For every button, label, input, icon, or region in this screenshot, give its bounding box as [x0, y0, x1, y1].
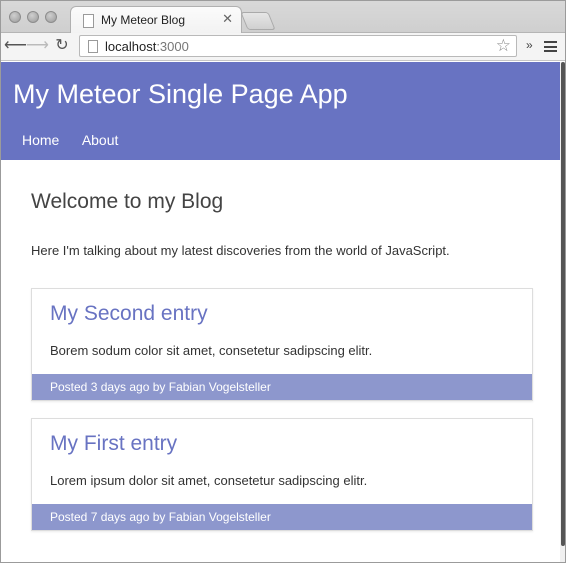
reload-icon[interactable]: ↻: [52, 36, 72, 56]
site-title: My Meteor Single Page App: [13, 79, 348, 109]
menu-icon[interactable]: [544, 41, 557, 52]
site-nav: Home About: [22, 132, 136, 150]
post-title[interactable]: My First entry: [50, 432, 177, 456]
forward-icon[interactable]: ⟶: [26, 36, 49, 56]
new-tab-button[interactable]: [240, 12, 276, 30]
address-bar[interactable]: localhost:3000 ☆: [79, 35, 517, 57]
back-icon[interactable]: ⟵: [4, 36, 27, 56]
tab-title: My Meteor Blog: [101, 13, 186, 27]
post-body: Lorem ipsum dolor sit amet, consetetur s…: [50, 473, 368, 488]
nav-about[interactable]: About: [82, 132, 119, 148]
post-card: My Second entry Borem sodum color sit am…: [31, 288, 533, 401]
url-port: :3000: [156, 39, 189, 54]
site-header: My Meteor Single Page App Home About: [0, 62, 560, 160]
post-body: Borem sodum color sit amet, consetetur s…: [50, 343, 373, 358]
intro-text: Here I'm talking about my latest discove…: [31, 243, 450, 258]
tab-strip: My Meteor Blog ✕: [0, 0, 566, 34]
page-icon: [88, 40, 98, 53]
page-heading: Welcome to my Blog: [31, 190, 224, 213]
close-window-icon[interactable]: [9, 11, 21, 23]
scrollbar-thumb[interactable]: [561, 62, 565, 546]
post-meta: Posted 7 days ago by Fabian Vogelsteller: [50, 510, 271, 524]
url-host: localhost: [105, 39, 157, 54]
star-icon[interactable]: ☆: [496, 36, 511, 56]
post-footer: Posted 7 days ago by Fabian Vogelsteller: [32, 504, 532, 530]
nav-home[interactable]: Home: [22, 132, 59, 148]
post-title[interactable]: My Second entry: [50, 302, 208, 326]
page-favicon-icon: [83, 14, 94, 28]
minimize-window-icon[interactable]: [27, 11, 39, 23]
browser-toolbar: ⟵ ⟶ ↻ localhost:3000 ☆ »: [0, 33, 566, 61]
extensions-overflow-icon[interactable]: »: [526, 38, 533, 52]
post-meta: Posted 3 days ago by Fabian Vogelsteller: [50, 380, 271, 394]
zoom-window-icon[interactable]: [45, 11, 57, 23]
browser-tab[interactable]: My Meteor Blog ✕: [70, 6, 242, 34]
post-footer: Posted 3 days ago by Fabian Vogelsteller: [32, 374, 532, 400]
post-card: My First entry Lorem ipsum dolor sit ame…: [31, 418, 533, 531]
main-content: Welcome to my Blog Here I'm talking abou…: [0, 160, 560, 563]
url-text: localhost:3000: [105, 39, 189, 54]
tab-close-icon[interactable]: ✕: [222, 11, 233, 27]
